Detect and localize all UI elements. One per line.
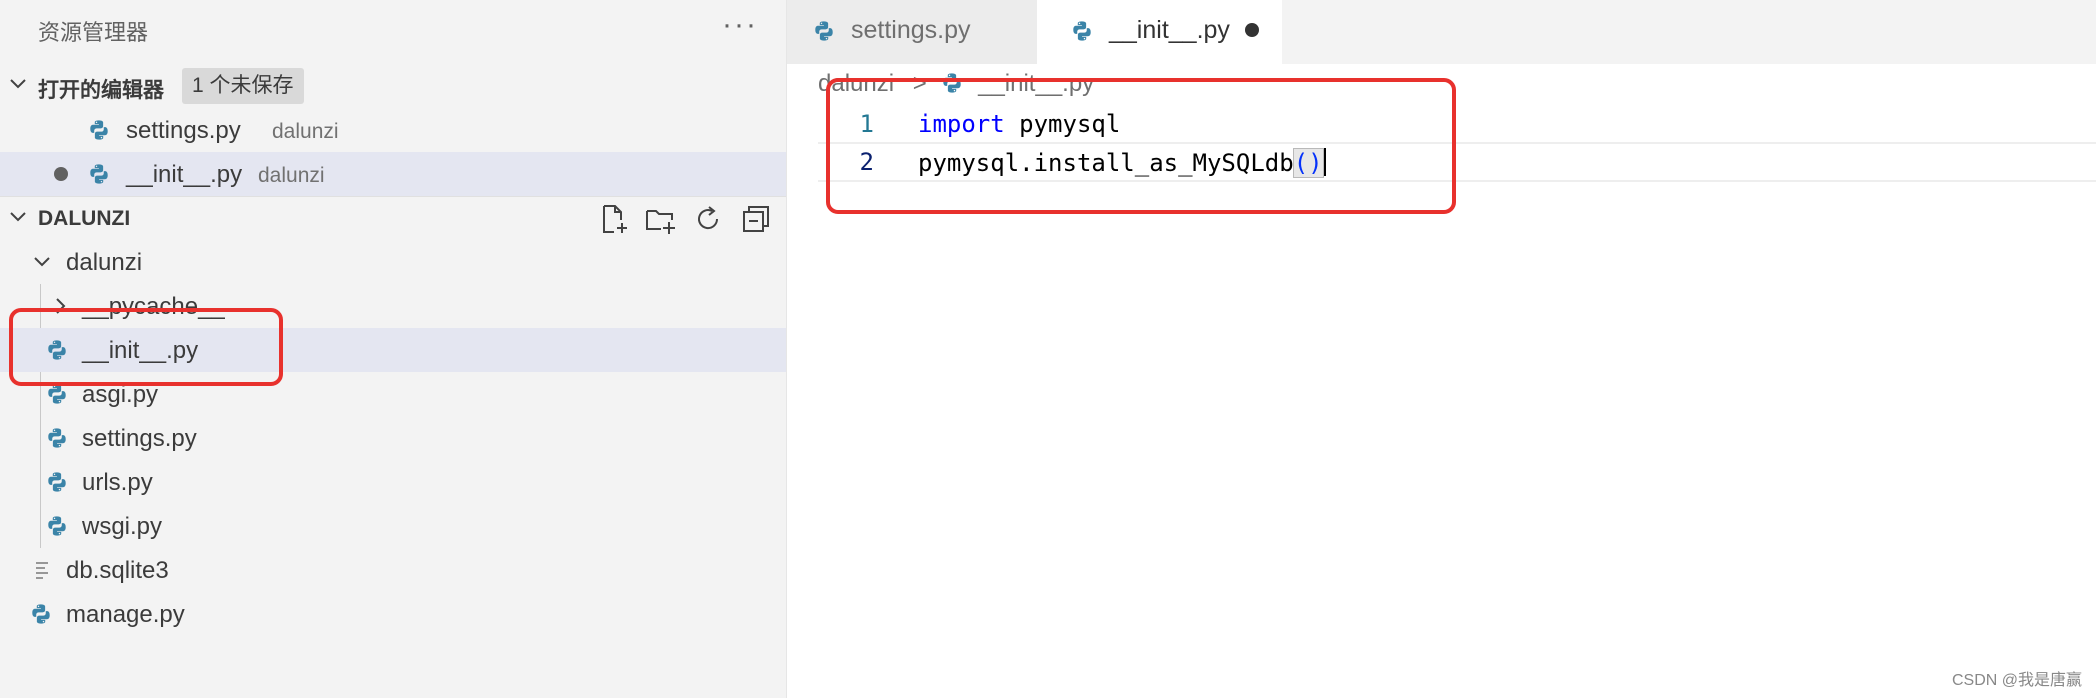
open-editors-section-header[interactable]: 打开的编辑器 1 个未保存 [0,64,786,108]
tree-item-label: __pycache__ [82,293,225,320]
python-file-icon [813,20,835,42]
text-file-icon [36,562,48,579]
unsaved-dot-icon[interactable] [1245,23,1259,37]
breadcrumb-file[interactable]: __init__.py [978,70,1094,97]
unsaved-badge: 1 个未保存 [182,68,304,104]
python-file-icon [30,603,52,625]
chevron-down-icon [34,257,50,267]
more-actions-icon[interactable]: ··· [722,8,758,42]
open-editor-folder: dalunzi [272,120,339,143]
explorer-sidebar: 资源管理器 ··· 打开的编辑器 1 个未保存 settings.py dalu… [0,0,787,698]
tree-file[interactable]: db.sqlite3 [0,548,786,592]
tree-file[interactable]: settings.py [0,416,786,460]
open-editor-folder: dalunzi [258,164,325,187]
python-file-icon [941,72,963,94]
tree-folder-pycache[interactable]: __pycache__ [0,284,786,328]
tab-label: __init__.py [1109,16,1230,44]
line-content: import pymysql [918,110,1120,138]
collapse-all-icon[interactable] [740,203,772,235]
tab-init[interactable]: __init__.py [1037,0,1282,64]
chevron-down-icon [10,212,26,222]
python-file-icon [46,471,68,493]
unsaved-dot-icon[interactable] [54,167,68,181]
open-editor-item[interactable]: __init__.py dalunzi [0,152,786,196]
explorer-title: 资源管理器 [38,20,149,45]
python-file-icon [46,515,68,537]
new-file-icon[interactable] [598,203,630,235]
tree-file[interactable]: asgi.py [0,372,786,416]
code-token: pymysql [1004,110,1121,138]
breadcrumb: dalunzi > __init__.py [818,70,1094,104]
tree-file[interactable]: manage.py [0,592,786,636]
open-editor-item[interactable]: settings.py dalunzi [0,108,786,152]
breadcrumb-separator: > [912,70,927,97]
new-folder-icon[interactable] [644,203,676,235]
tree-item-label: wsgi.py [82,513,163,540]
python-file-icon [88,119,110,141]
chevron-right-icon [56,298,66,314]
breadcrumb-folder[interactable]: dalunzi [818,70,894,97]
tree-item-label: db.sqlite3 [66,557,169,584]
python-file-icon [1071,20,1093,42]
python-file-icon [46,339,68,361]
tree-folder-dalunzi[interactable]: dalunzi [0,240,786,284]
code-line: 1 import pymysql [818,106,2096,142]
python-file-icon [88,163,110,185]
tree-folder-label: dalunzi [66,249,143,276]
tree-item-label: __init__.py [82,337,199,364]
tab-settings[interactable]: settings.py [787,0,1037,64]
keyword-token: import [918,110,1005,138]
project-section-header[interactable]: DALUNZI [0,196,786,241]
code-token: pymysql.install_as_MySQLdb [918,149,1294,177]
watermark: CSDN @我是唐赢 [1951,672,2082,689]
explorer-header: 资源管理器 ··· [0,0,786,60]
line-content: pymysql.install_as_MySQLdb() [918,148,1326,178]
open-editors-label: 打开的编辑器 [38,79,164,102]
python-file-icon [46,383,68,405]
tree-file[interactable]: wsgi.py [0,504,786,548]
paren-token: () [1292,148,1324,178]
open-editor-filename: __init__.py [126,161,243,188]
tree-file[interactable]: urls.py [0,460,786,504]
code-line-current: 2 pymysql.install_as_MySQLdb() [818,142,2096,182]
tab-label: settings.py [851,16,971,44]
refresh-icon[interactable] [692,203,724,235]
line-number: 2 [859,148,874,176]
tree-item-label: settings.py [82,425,197,452]
text-cursor [1322,148,1326,176]
editor-tab-bar: settings.py __init__.py [787,0,2096,64]
project-label: DALUNZI [38,207,131,230]
python-file-icon [46,427,68,449]
tree-item-label: urls.py [82,469,153,496]
line-number: 1 [859,110,874,138]
tree-item-label: asgi.py [82,381,159,408]
chevron-down-icon [10,79,26,89]
tree-item-label: manage.py [66,601,185,628]
open-editor-filename: settings.py [126,117,241,144]
tree-file-init[interactable]: __init__.py [0,328,786,372]
